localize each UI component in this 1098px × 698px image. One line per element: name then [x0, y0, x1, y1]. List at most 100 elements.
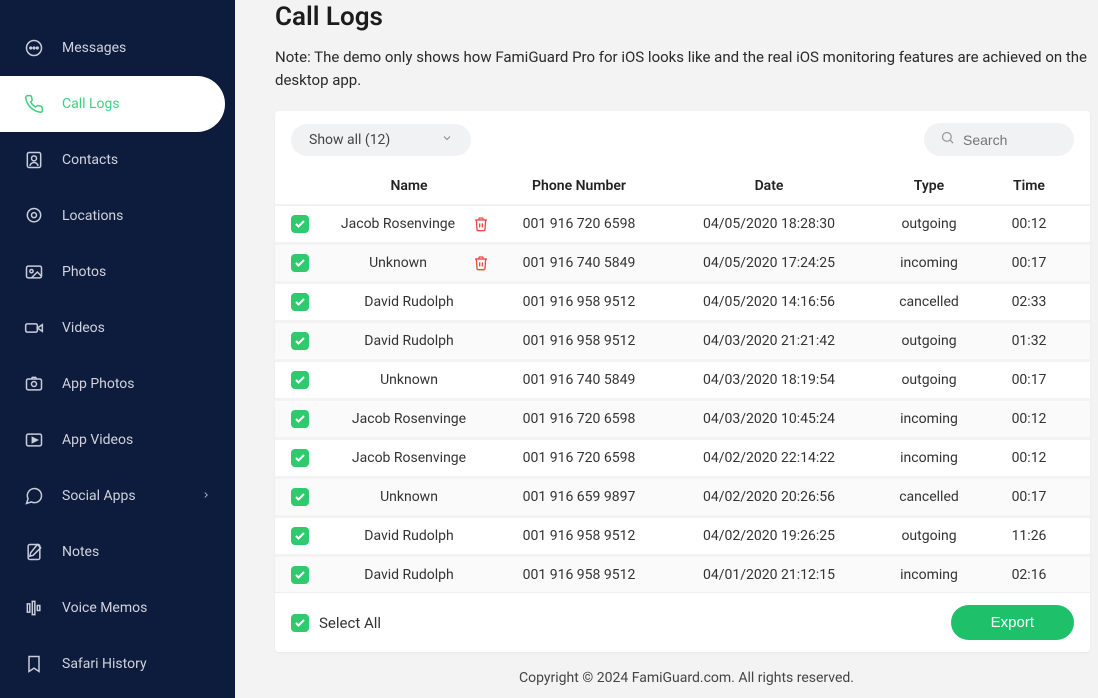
row-checkbox[interactable] [291, 488, 309, 506]
app-photo-icon [24, 374, 44, 394]
col-type: Type [869, 178, 989, 194]
sidebar-item-voice-memos[interactable]: Voice Memos [0, 580, 235, 636]
cell-name: Unknown [329, 255, 467, 271]
row-checkbox[interactable] [291, 410, 309, 428]
table-row[interactable]: Jacob Rosenvinge001 916 720 659804/05/20… [275, 206, 1090, 245]
table-row[interactable]: David Rudolph001 916 958 951204/02/2020 … [275, 518, 1090, 557]
search-box[interactable] [924, 123, 1074, 156]
sidebar-item-label: Messages [62, 40, 126, 56]
filter-label: Show all (12) [309, 132, 390, 148]
sidebar-item-label: App Videos [62, 432, 133, 448]
cell-type: incoming [869, 411, 989, 427]
col-name: Name [329, 178, 489, 194]
col-phone: Phone Number [489, 178, 669, 194]
search-icon [940, 130, 955, 149]
sidebar-item-label: Social Apps [62, 488, 136, 504]
cell-phone: 001 916 659 9897 [489, 489, 669, 505]
phone-icon [24, 94, 44, 114]
table-row[interactable]: Unknown001 916 659 989704/02/2020 20:26:… [275, 479, 1090, 518]
cell-type: incoming [869, 450, 989, 466]
cell-date: 04/02/2020 19:26:25 [669, 528, 869, 544]
sidebar-item-safari-history[interactable]: Safari History [0, 636, 235, 692]
app-video-icon [24, 430, 44, 450]
sidebar-item-messages[interactable]: Messages [0, 20, 235, 76]
sidebar-item-contacts[interactable]: Contacts [0, 132, 235, 188]
cell-phone: 001 916 958 9512 [489, 333, 669, 349]
cell-phone: 001 916 720 6598 [489, 411, 669, 427]
cell-time: 02:16 [989, 567, 1069, 583]
cell-time: 00:17 [989, 255, 1069, 271]
sidebar-item-call-logs[interactable]: Call Logs [0, 76, 225, 132]
call-logs-table: Show all (12) Name Phone Number Date Typ… [275, 111, 1090, 652]
sidebar-item-social-apps[interactable]: Social Apps [0, 468, 235, 524]
message-icon [24, 38, 44, 58]
sidebar-item-notes[interactable]: Notes [0, 524, 235, 580]
sidebar-item-label: Safari History [62, 656, 147, 672]
cell-type: incoming [869, 567, 989, 583]
chat-icon [24, 486, 44, 506]
table-row[interactable]: Unknown001 916 740 584904/03/2020 18:19:… [275, 362, 1090, 401]
row-checkbox[interactable] [291, 449, 309, 467]
cell-phone: 001 916 958 9512 [489, 294, 669, 310]
cell-time: 02:33 [989, 294, 1069, 310]
table-body[interactable]: Jacob Rosenvinge001 916 720 659804/05/20… [275, 206, 1090, 592]
sidebar-item-label: Voice Memos [62, 600, 147, 616]
row-checkbox[interactable] [291, 371, 309, 389]
demo-note: Note: The demo only shows how FamiGuard … [275, 46, 1098, 91]
table-row[interactable]: Unknown001 916 740 584904/05/2020 17:24:… [275, 245, 1090, 284]
trash-icon[interactable] [473, 216, 489, 232]
row-checkbox[interactable] [291, 527, 309, 545]
sidebar-item-label: Videos [62, 320, 105, 336]
contact-icon [24, 150, 44, 170]
row-checkbox[interactable] [291, 566, 309, 584]
filter-dropdown[interactable]: Show all (12) [291, 124, 471, 156]
table-row[interactable]: David Rudolph001 916 958 951204/03/2020 … [275, 323, 1090, 362]
row-checkbox[interactable] [291, 293, 309, 311]
cell-date: 04/03/2020 10:45:24 [669, 411, 869, 427]
cell-type: cancelled [869, 294, 989, 310]
table-toolbar: Show all (12) [275, 111, 1090, 168]
sidebar-item-label: App Photos [62, 376, 135, 392]
cell-time: 00:17 [989, 489, 1069, 505]
sidebar-item-label: Locations [62, 208, 123, 224]
cell-date: 04/02/2020 22:14:22 [669, 450, 869, 466]
video-icon [24, 318, 44, 338]
cell-name: Jacob Rosenvinge [329, 216, 467, 232]
export-button[interactable]: Export [951, 605, 1074, 640]
cell-date: 04/03/2020 21:21:42 [669, 333, 869, 349]
table-header: Name Phone Number Date Type Time [275, 168, 1090, 206]
trash-icon[interactable] [473, 255, 489, 271]
sidebar-item-app-videos[interactable]: App Videos [0, 412, 235, 468]
sidebar: Messages Call LogsContacts Locations Photos… [0, 0, 235, 698]
col-date: Date [669, 178, 869, 194]
photo-icon [24, 262, 44, 282]
main-content: Call Logs Note: The demo only shows how … [235, 0, 1098, 698]
table-row[interactable]: Jacob Rosenvinge001 916 720 659804/03/20… [275, 401, 1090, 440]
sidebar-item-app-photos[interactable]: App Photos [0, 356, 235, 412]
table-row[interactable]: David Rudolph001 916 958 951204/05/2020 … [275, 284, 1090, 323]
cell-name: Jacob Rosenvinge [329, 411, 489, 427]
page-title: Call Logs [275, 2, 1098, 32]
sidebar-item-photos[interactable]: Photos [0, 244, 235, 300]
sidebar-item-safari-bookmarks[interactable]: Safari Bookmarks [0, 692, 235, 698]
cell-type: incoming [869, 255, 989, 271]
cell-type: outgoing [869, 372, 989, 388]
select-all-label: Select All [319, 614, 381, 632]
sidebar-item-locations[interactable]: Locations [0, 188, 235, 244]
table-footer: Select All Export [275, 592, 1090, 652]
search-input[interactable] [963, 132, 1043, 148]
sidebar-item-videos[interactable]: Videos [0, 300, 235, 356]
cell-time: 01:32 [989, 333, 1069, 349]
copyright: Copyright © 2024 FamiGuard.com. All righ… [275, 658, 1098, 698]
cell-date: 04/05/2020 14:16:56 [669, 294, 869, 310]
table-row[interactable]: David Rudolph001 916 958 951204/01/2020 … [275, 557, 1090, 592]
note-icon [24, 542, 44, 562]
sidebar-item-label: Notes [62, 544, 99, 560]
select-all-checkbox[interactable] [291, 614, 309, 632]
row-checkbox[interactable] [291, 254, 309, 272]
row-checkbox[interactable] [291, 215, 309, 233]
cell-time: 00:12 [989, 216, 1069, 232]
row-checkbox[interactable] [291, 332, 309, 350]
table-row[interactable]: Jacob Rosenvinge001 916 720 659804/02/20… [275, 440, 1090, 479]
cell-type: cancelled [869, 489, 989, 505]
